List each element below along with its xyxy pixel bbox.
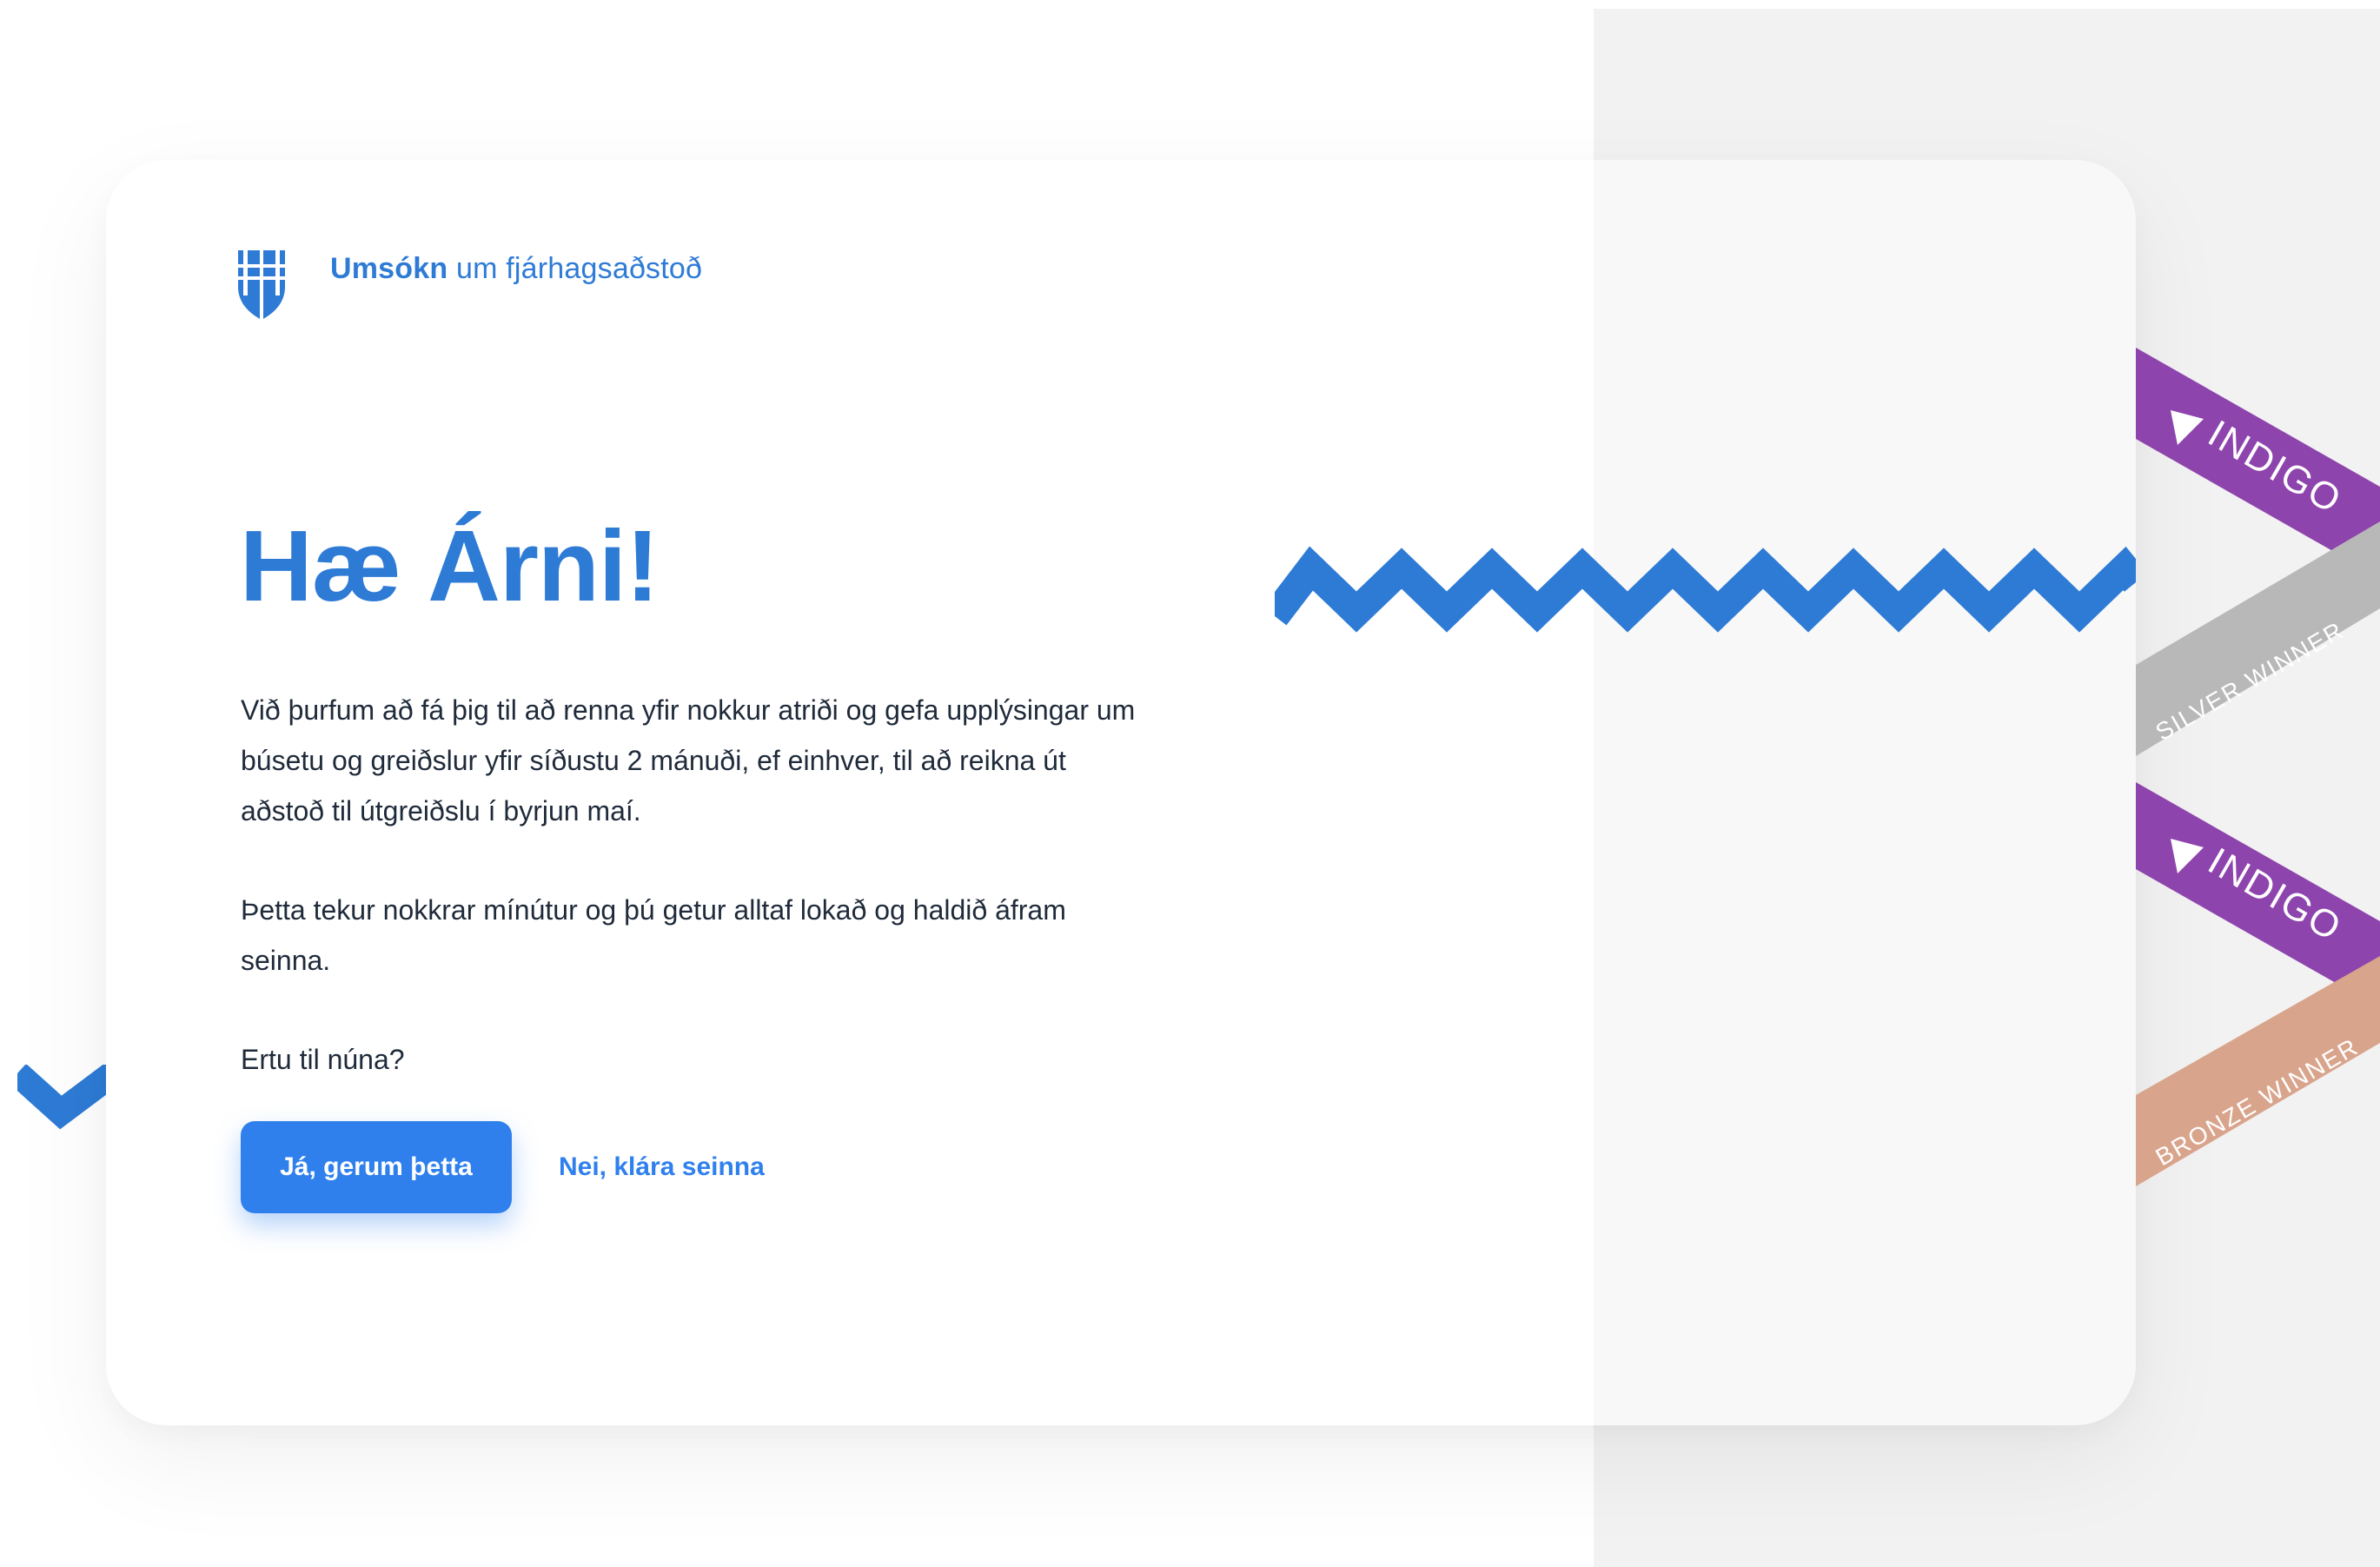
app-title-strong: Umsókn	[330, 252, 448, 285]
card-shade	[1594, 160, 2136, 1425]
intro-text: Við þurfum að fá þig til að renna yfir n…	[241, 685, 1144, 1133]
app-title: Umsókn um fjárhagsaðstoð	[330, 252, 702, 286]
action-bar: Já, gerum þetta Nei, klára seinna	[241, 1121, 765, 1213]
greeting-heading: Hæ Árni!	[240, 509, 660, 622]
award-ribbons: INDIGO SILVER WINNER INDIGO BRONZE WINNE…	[2136, 348, 2380, 1186]
ribbon-silver: SILVER WINNER	[2136, 521, 2380, 756]
welcome-card: Umsókn um fjárhagsaðstoð Hæ Árni! Við þu…	[106, 160, 2136, 1425]
later-button[interactable]: Nei, klára seinna	[559, 1152, 765, 1182]
intro-paragraph-2: Þetta tekur nokkrar mínútur og þú getur …	[241, 894, 1066, 976]
intro-question: Ertu til núna?	[241, 1044, 405, 1075]
intro-paragraph-1: Við þurfum að fá þig til að renna yfir n…	[241, 694, 1136, 827]
ribbon-indigo-2: INDIGO	[2136, 782, 2380, 1008]
start-button[interactable]: Já, gerum þetta	[241, 1121, 512, 1213]
ribbon-bronze: BRONZE WINNER	[2136, 956, 2380, 1186]
zigzag-decoration	[1275, 546, 2136, 633]
page: Umsókn um fjárhagsaðstoð Hæ Árni! Við þu…	[0, 0, 2380, 1567]
app-title-rest: um fjárhagsaðstoð	[456, 252, 703, 285]
zigzag-decoration-left	[17, 1065, 113, 1130]
city-crest-icon	[238, 250, 285, 320]
